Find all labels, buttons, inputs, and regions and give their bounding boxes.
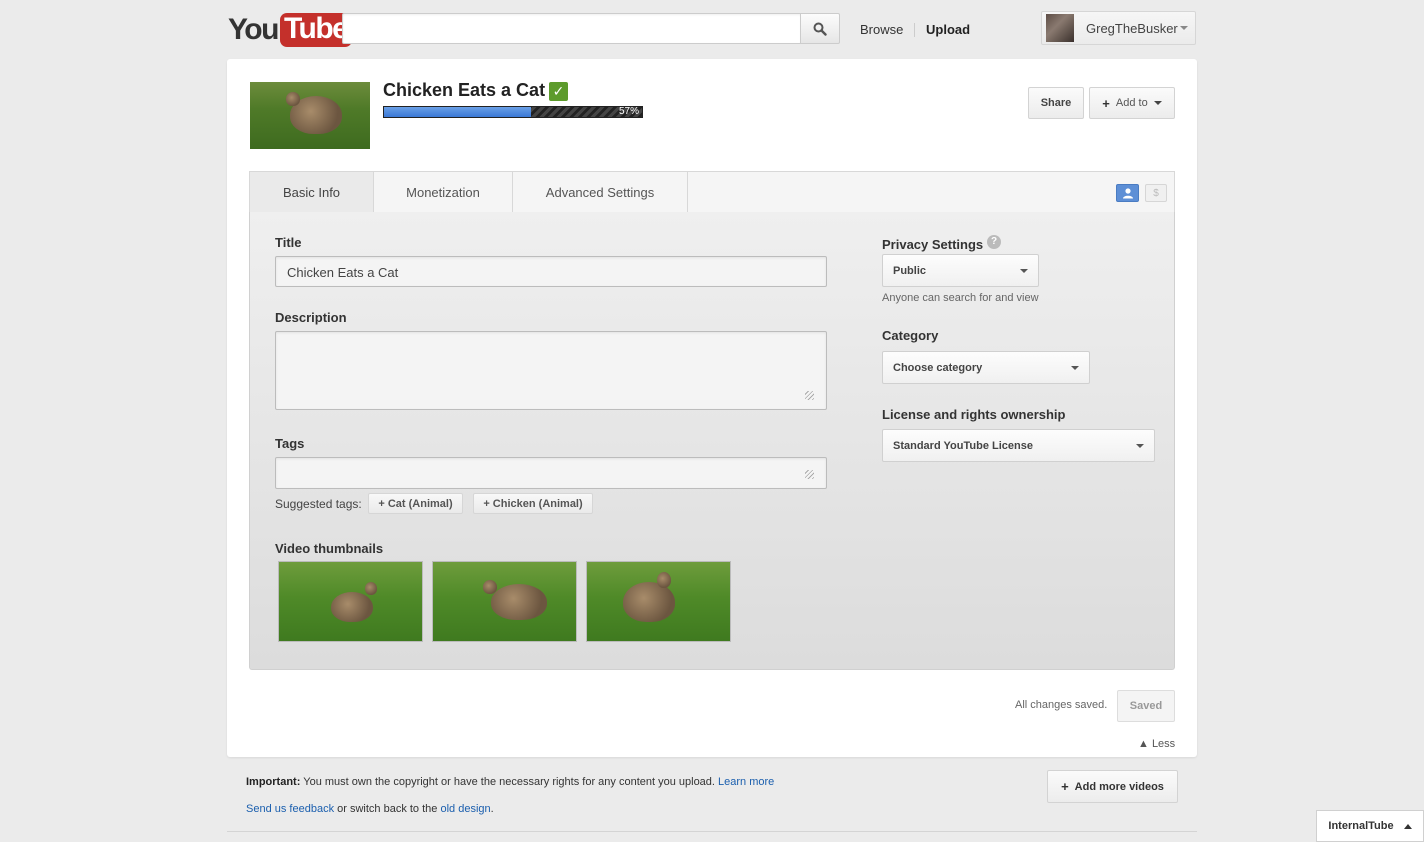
- resize-handle-icon[interactable]: [805, 470, 814, 479]
- description-label: Description: [275, 310, 347, 325]
- privacy-select-value: Public: [893, 264, 927, 277]
- plus-icon: +: [1102, 95, 1110, 111]
- feedback-period: .: [490, 803, 494, 815]
- share-button[interactable]: Share: [1028, 87, 1084, 119]
- add-to-label: Add to: [1115, 97, 1148, 109]
- privacy-settings-label: Privacy Settings: [882, 237, 984, 252]
- privacy-hint: Anyone can search for and view: [882, 292, 1039, 304]
- upload-progress-fill: [384, 107, 532, 117]
- chevron-down-icon: [1136, 443, 1144, 448]
- footer-divider: [227, 831, 1197, 832]
- save-status-text: All changes saved.: [1015, 699, 1108, 711]
- important-text: You must own the copyright or have the n…: [300, 776, 719, 788]
- thumbnail-option-2[interactable]: [432, 561, 577, 642]
- license-select[interactable]: Standard YouTube License: [882, 429, 1155, 462]
- nav-divider: [914, 23, 915, 37]
- less-toggle-link[interactable]: ▲ Less: [1138, 738, 1175, 750]
- license-label: License and rights ownership: [882, 407, 1066, 422]
- check-icon: ✓: [549, 82, 568, 101]
- saved-button[interactable]: Saved: [1117, 690, 1175, 722]
- tags-input[interactable]: [275, 457, 827, 489]
- chevron-down-icon: [1071, 365, 1079, 370]
- category-select-value: Choose category: [893, 361, 983, 374]
- internaltube-label: InternalTube: [1328, 820, 1394, 832]
- title-input[interactable]: Chicken Eats a Cat: [275, 256, 827, 287]
- nav-upload-link[interactable]: Upload: [926, 22, 970, 37]
- user-icon[interactable]: [1116, 184, 1139, 202]
- video-title: Chicken Eats a Cat: [383, 80, 546, 100]
- person-icon: [1122, 188, 1133, 199]
- upload-progress-bar: 57%: [383, 106, 643, 118]
- video-thumbnail: [250, 82, 370, 149]
- suggested-tag-chicken[interactable]: + Chicken (Animal): [473, 493, 593, 514]
- title-label: Title: [275, 235, 302, 250]
- send-feedback-link[interactable]: Send us feedback: [246, 803, 334, 815]
- tab-monetization[interactable]: Monetization: [374, 172, 513, 213]
- chevron-down-icon: [1020, 268, 1028, 273]
- chevron-down-icon: [1153, 101, 1162, 105]
- nav-browse-link[interactable]: Browse: [860, 22, 903, 37]
- tab-basic-info[interactable]: Basic Info: [250, 172, 374, 213]
- thumbnail-option-1[interactable]: [278, 561, 423, 642]
- upload-progress-label: 57%: [618, 106, 639, 117]
- category-select[interactable]: Choose category: [882, 351, 1090, 384]
- thumbnails-label: Video thumbnails: [275, 541, 384, 556]
- chevron-up-icon: [1403, 823, 1412, 829]
- add-more-videos-label: Add more videos: [1074, 780, 1164, 793]
- switch-text: or switch back to the: [334, 803, 441, 815]
- search-icon: [813, 22, 827, 36]
- old-design-link[interactable]: old design: [440, 803, 490, 815]
- user-menu[interactable]: GregTheBusker: [1041, 11, 1196, 45]
- category-label: Category: [882, 328, 939, 343]
- logo-you-text: You: [228, 13, 279, 46]
- important-label: Important:: [246, 776, 301, 788]
- feedback-line: Send us feedback or switch back to the o…: [246, 803, 494, 815]
- suggested-tag-cat[interactable]: + Cat (Animal): [368, 493, 463, 514]
- youtube-logo[interactable]: You Tube: [228, 12, 353, 48]
- add-more-videos-button[interactable]: + Add more videos: [1047, 770, 1178, 803]
- internaltube-button[interactable]: InternalTube: [1316, 810, 1424, 842]
- learn-more-link[interactable]: Learn more: [718, 776, 774, 788]
- thumbnail-option-3[interactable]: [586, 561, 731, 642]
- tags-label: Tags: [275, 436, 305, 451]
- privacy-select[interactable]: Public: [882, 254, 1039, 287]
- suggested-tags-label: Suggested tags:: [275, 497, 362, 511]
- search-button[interactable]: [800, 13, 840, 44]
- tab-advanced-settings[interactable]: Advanced Settings: [513, 172, 688, 213]
- description-textarea[interactable]: [275, 331, 827, 410]
- help-icon[interactable]: ?: [987, 235, 1001, 249]
- username: GregTheBusker: [1086, 21, 1178, 36]
- search-input[interactable]: [342, 13, 802, 44]
- copyright-notice: Important: You must own the copyright or…: [246, 776, 774, 788]
- plus-icon: +: [1061, 779, 1069, 794]
- avatar: [1046, 14, 1074, 42]
- tab-strip: Basic Info Monetization Advanced Setting…: [249, 171, 1175, 213]
- resize-handle-icon[interactable]: [805, 391, 814, 400]
- chevron-down-icon: [1180, 26, 1188, 30]
- dollar-icon[interactable]: $: [1145, 184, 1167, 202]
- add-to-button[interactable]: + Add to: [1089, 87, 1175, 119]
- license-select-value: Standard YouTube License: [893, 439, 1033, 452]
